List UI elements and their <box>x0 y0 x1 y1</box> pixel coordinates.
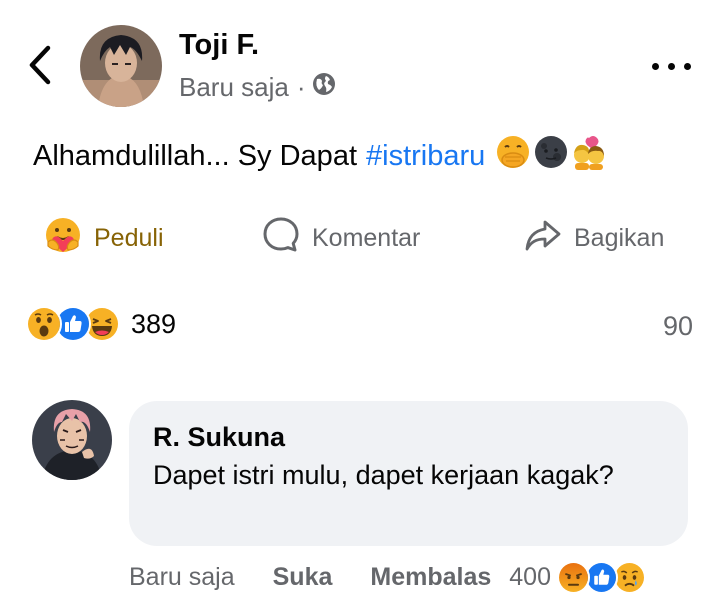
share-button[interactable]: Bagikan <box>524 210 664 266</box>
kiss-couple-emoji-icon <box>571 134 607 178</box>
globe-icon[interactable] <box>312 72 336 103</box>
post-meta: Baru saja · <box>179 72 336 103</box>
commenter-avatar[interactable] <box>32 400 112 480</box>
care-button[interactable]: Peduli <box>44 210 164 266</box>
author-name[interactable]: Toji F. <box>179 29 259 62</box>
author-avatar[interactable] <box>80 25 162 107</box>
post-emojis <box>495 134 607 178</box>
comment-footer: Baru saja Suka Membalas 400 <box>129 560 646 594</box>
post-header: Toji F. Baru saja · <box>0 0 720 130</box>
care-reaction-icon <box>44 216 94 261</box>
comments-count[interactable]: 90 <box>663 311 693 342</box>
more-options-icon[interactable] <box>648 54 696 78</box>
comment-bubble-icon <box>262 216 312 261</box>
comment-like-button[interactable]: Suka <box>273 563 333 592</box>
share-label: Bagikan <box>574 223 665 252</box>
comment-button[interactable]: Komentar <box>262 210 420 266</box>
hashtag-link[interactable]: #istribaru <box>366 140 485 173</box>
comment-text: Dapet istri mulu, dapet kerjaan kagak? <box>153 460 614 490</box>
back-arrow-icon[interactable] <box>24 42 60 88</box>
post-body: Alhamdulillah... Sy Dapat <box>33 139 357 172</box>
comment-bubble: R. Sukuna Dapet istri mulu, dapet kerjaa… <box>129 401 688 546</box>
post-text: Alhamdulillah... Sy Dapat #istribaru <box>33 134 607 178</box>
comment-reaction-count[interactable]: 400 <box>509 563 551 592</box>
commenter-name[interactable]: R. Sukuna <box>153 421 664 453</box>
share-arrow-icon <box>524 216 574 261</box>
reactions-summary[interactable]: 389 <box>26 306 176 342</box>
wow-reaction-icon <box>26 306 62 342</box>
hand-over-mouth-emoji-icon <box>495 134 531 178</box>
angry-reaction-icon[interactable] <box>557 560 590 594</box>
new-moon-face-emoji-icon <box>533 134 569 178</box>
care-label: Peduli <box>94 223 164 252</box>
comment-time[interactable]: Baru saja <box>129 563 235 592</box>
comment-reply-button[interactable]: Membalas <box>370 563 491 592</box>
meta-separator: · <box>296 72 306 102</box>
post-actions: Peduli Komentar Bagikan <box>0 210 720 266</box>
reaction-count: 389 <box>131 308 177 339</box>
comment-label: Komentar <box>312 223 421 252</box>
post-time[interactable]: Baru saja <box>179 72 289 103</box>
